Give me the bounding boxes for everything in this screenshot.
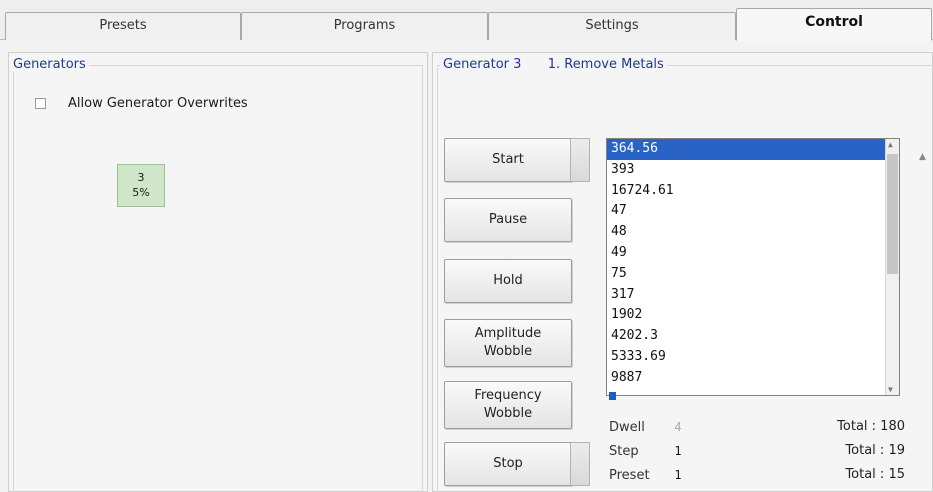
start-side-button[interactable] (570, 138, 590, 182)
generator-tile[interactable]: 3 5% (117, 164, 165, 207)
step-label: Step (609, 444, 639, 459)
list-item[interactable]: 9887 (607, 368, 899, 389)
frequency-wobble-button[interactable]: Frequency Wobble (444, 381, 572, 429)
list-item[interactable]: 4202.3 (607, 326, 899, 347)
dwell-total: Total : 180 (837, 419, 905, 434)
list-item[interactable]: 16724.61 (607, 181, 899, 202)
stop-button[interactable]: Stop (444, 442, 572, 486)
allow-overwrites-label: Allow Generator Overwrites (68, 96, 248, 111)
allow-overwrites-row: Allow Generator Overwrites (35, 96, 248, 111)
dwell-value: 4 (674, 420, 682, 434)
preset-total: Total : 15 (845, 467, 905, 482)
list-item[interactable]: 317 (607, 285, 899, 306)
tab-settings[interactable]: Settings (488, 12, 736, 40)
program-label: 1. Remove Metals (547, 57, 664, 72)
generator-label: Generator 3 (443, 57, 522, 72)
list-item[interactable]: 364.56 (607, 139, 899, 160)
list-item[interactable]: 393 (607, 160, 899, 181)
tab-control[interactable]: Control (736, 8, 932, 41)
preset-value: 1 (674, 468, 682, 482)
step-total: Total : 19 (845, 443, 905, 458)
generator-tile-percent: 5% (132, 186, 150, 199)
collapse-caret-icon[interactable]: ▲ (919, 152, 926, 162)
list-item[interactable]: 1902 (607, 305, 899, 326)
scroll-thumb[interactable] (887, 154, 898, 274)
start-button[interactable]: Start (444, 138, 572, 182)
frequency-list[interactable]: 364.56 393 16724.61 47 48 49 75 317 1902… (606, 138, 900, 396)
scroll-down-icon[interactable]: ▼ (888, 385, 893, 394)
pause-button[interactable]: Pause (444, 198, 572, 242)
generators-group: Generators (10, 57, 423, 492)
list-item[interactable]: 48 (607, 222, 899, 243)
preset-label: Preset (609, 468, 650, 483)
progress-bar (609, 392, 616, 400)
tab-programs[interactable]: Programs (241, 12, 488, 40)
generators-panel: Generators Allow Generator Overwrites 3 … (8, 52, 428, 492)
allow-overwrites-checkbox[interactable] (35, 98, 46, 109)
generator-legend: Generator 3 1. Remove Metals (440, 57, 667, 72)
generators-title: Generators (10, 57, 89, 72)
list-item[interactable]: 75 (607, 264, 899, 285)
list-item[interactable]: 47 (607, 201, 899, 222)
stop-side-button[interactable] (570, 442, 590, 486)
dwell-label: Dwell (609, 420, 645, 435)
generator-tile-number: 3 (137, 171, 145, 184)
list-scrollbar[interactable]: ▲ ▼ (885, 139, 899, 395)
list-item[interactable]: 49 (607, 243, 899, 264)
hold-button[interactable]: Hold (444, 259, 572, 303)
amplitude-wobble-button[interactable]: Amplitude Wobble (444, 319, 572, 367)
tab-bar: Presets Programs Settings Control (0, 0, 933, 41)
step-value: 1 (674, 444, 682, 458)
tab-presets[interactable]: Presets (5, 12, 241, 40)
list-item[interactable]: 5333.69 (607, 347, 899, 368)
scroll-up-icon[interactable]: ▲ (888, 140, 893, 149)
